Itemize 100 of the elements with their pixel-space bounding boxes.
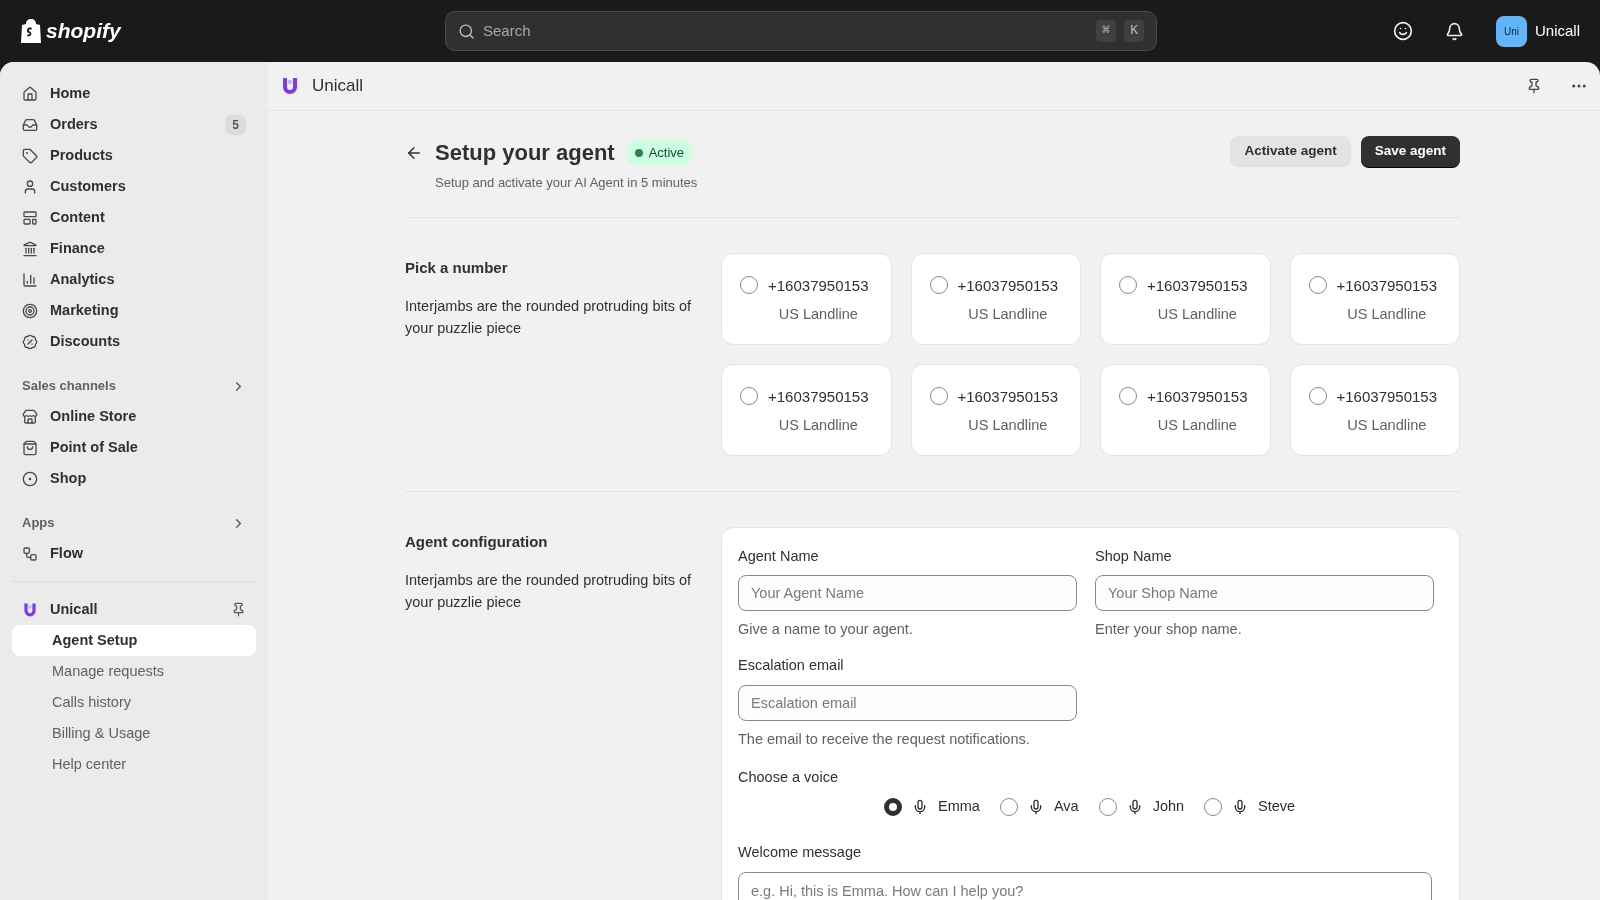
number-type: US Landline [1157, 415, 1237, 435]
radio-button[interactable] [1119, 386, 1137, 405]
help-text: Give a name to your agent. [738, 620, 914, 640]
number-type: US Landline [968, 415, 1048, 435]
nav-item[interactable]: Point of Sale [12, 432, 256, 463]
nav-item[interactable]: Shop [12, 463, 256, 494]
phone-number: +16037950153 [1336, 386, 1438, 407]
tag-icon [22, 147, 38, 164]
phone-number: +16037950153 [768, 275, 869, 296]
number-option-card[interactable]: +16037950153 US Landline [721, 363, 892, 456]
nav-item[interactable]: Finance [12, 233, 256, 264]
section-heading: Sales channels [22, 377, 117, 396]
field-label: Shop Name [1095, 546, 1173, 566]
workflow-icon [22, 545, 38, 562]
account-name[interactable]: Unicall [1535, 19, 1580, 43]
radio-button[interactable] [1119, 275, 1137, 294]
search-field[interactable]: Search [483, 19, 1089, 43]
target-icon [22, 302, 38, 319]
number-type: US Landline [968, 304, 1048, 324]
nav-item[interactable]: Customers [12, 171, 256, 202]
radio-button[interactable] [884, 798, 902, 817]
section-title: Agent configuration [405, 531, 549, 552]
number-option-card[interactable]: +16037950153 US Landline [910, 252, 1081, 345]
radio-button[interactable] [740, 386, 758, 405]
number-option-card[interactable]: +16037950153 US Landline [1100, 363, 1271, 456]
save-button[interactable]: Save agent [1360, 136, 1460, 167]
search-icon [458, 22, 475, 40]
microphone-icon [912, 799, 928, 816]
nav-item[interactable]: Discounts [12, 326, 256, 357]
sub-nav-item[interactable]: Manage requests [12, 656, 256, 687]
app-logo-icon [280, 76, 300, 96]
status-badge: Active [626, 139, 693, 166]
text-input[interactable]: Your Shop Name [1095, 575, 1434, 612]
home-icon [22, 85, 38, 102]
nav-item[interactable]: Home [12, 78, 256, 109]
voice-name[interactable]: Ava [1053, 796, 1079, 818]
radio-button[interactable] [1308, 275, 1327, 294]
nav-item[interactable]: Online Store [12, 401, 256, 432]
app-logo-icon [22, 601, 38, 618]
welcome-message-input[interactable]: e.g. Hi, this is Emma. How can I help you? [738, 871, 1432, 900]
number-type: US Landline [778, 415, 858, 435]
brand-wordmark: shopify [46, 18, 121, 45]
radio-button[interactable] [1098, 798, 1117, 817]
phone-number: +16037950153 [957, 275, 1059, 296]
number-type: US Landline [778, 304, 858, 324]
number-option-card[interactable]: +16037950153 US Landline [721, 252, 892, 345]
shortcut-key: ⌘ [1096, 20, 1117, 42]
app-nav-label[interactable]: Unicall [50, 598, 219, 621]
help-text: Enter your shop name. [1095, 620, 1243, 640]
store-icon [22, 408, 38, 425]
avatar[interactable]: Uni [1496, 15, 1527, 47]
inbox-icon [22, 116, 38, 133]
pin-icon[interactable] [1526, 78, 1542, 94]
sub-nav-item[interactable]: Billing & Usage [12, 718, 256, 749]
number-option-card[interactable]: +16037950153 US Landline [1289, 363, 1460, 456]
voice-name[interactable]: John [1152, 796, 1185, 818]
nav-item[interactable]: Analytics [12, 264, 256, 295]
nav-item[interactable]: Marketing [12, 295, 256, 326]
bell-icon[interactable] [1445, 21, 1464, 41]
nav-item[interactable]: Flow [12, 538, 256, 569]
radio-button[interactable] [740, 275, 758, 294]
activate-button[interactable]: Activate agent [1230, 136, 1351, 167]
bag-icon [22, 439, 38, 456]
nav-item[interactable]: Orders 5 [12, 109, 256, 140]
face-icon[interactable] [1393, 21, 1413, 41]
nav-item[interactable]: Content [12, 202, 256, 233]
radio-button[interactable] [1204, 798, 1223, 817]
text-input[interactable]: Escalation email [738, 684, 1077, 721]
phone-number: +16037950153 [768, 386, 869, 407]
count-badge: 5 [225, 114, 246, 135]
sub-nav-item[interactable]: Help center [12, 749, 256, 780]
search-bar[interactable]: Search ⌘ K [445, 11, 1157, 51]
number-option-card[interactable]: +16037950153 US Landline [1100, 252, 1271, 345]
phone-number: +16037950153 [957, 386, 1059, 407]
number-type: US Landline [1347, 304, 1427, 324]
page-title: Setup your agent [435, 139, 615, 167]
section-heading: Apps [22, 514, 56, 533]
sub-nav-item[interactable]: Calls history [12, 687, 256, 718]
text-input[interactable]: Your Agent Name [738, 575, 1077, 612]
voice-name[interactable]: Steve [1258, 796, 1296, 818]
radio-button[interactable] [1308, 386, 1327, 405]
radio-button[interactable] [999, 798, 1018, 817]
pin-icon[interactable] [231, 602, 246, 617]
section-description: Interjambs are the rounded protruding bits of your puzzlie piece [405, 297, 693, 338]
section-title: Pick a number [405, 257, 509, 278]
phone-number: +16037950153 [1147, 386, 1248, 407]
person-icon [22, 178, 38, 195]
layout-icon [22, 209, 38, 226]
field-label: Escalation email [738, 656, 845, 675]
sub-nav-item[interactable]: Agent Setup [12, 625, 256, 656]
radio-button[interactable] [929, 386, 948, 405]
number-option-card[interactable]: +16037950153 US Landline [910, 363, 1081, 456]
field-label: Choose a voice [738, 767, 839, 787]
number-option-card[interactable]: +16037950153 US Landline [1289, 252, 1460, 345]
number-type: US Landline [1347, 415, 1427, 435]
help-text: The email to receive the request notifications. [738, 729, 1031, 749]
nav-item[interactable]: Products [12, 140, 256, 171]
phone-number: +16037950153 [1147, 275, 1248, 296]
radio-button[interactable] [929, 275, 948, 294]
voice-name[interactable]: Emma [938, 796, 980, 818]
